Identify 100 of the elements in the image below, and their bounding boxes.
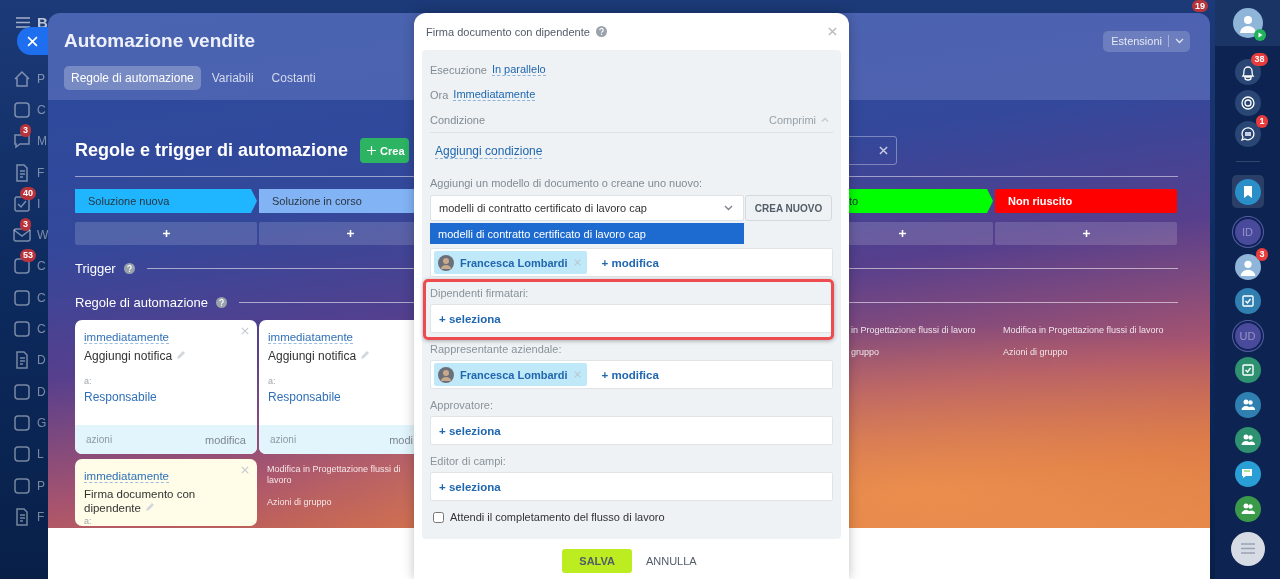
square-icon: [12, 475, 32, 496]
field-action-link[interactable]: + seleziona: [434, 480, 501, 493]
action-link[interactable]: in Progettazione flussi di lavoro: [851, 325, 985, 336]
nav-item[interactable]: C: [0, 313, 46, 345]
action-link[interactable]: gruppo: [851, 347, 985, 358]
recipient-label: a:: [84, 376, 93, 386]
clear-icon[interactable]: [879, 146, 888, 155]
tab[interactable]: Costanti: [264, 66, 323, 90]
checkbox-button[interactable]: [1234, 288, 1261, 315]
house-icon: [12, 68, 32, 89]
nav-item[interactable]: 53 C: [0, 250, 46, 283]
actions-link[interactable]: azioni: [270, 434, 297, 445]
count-badge: 1: [1256, 115, 1268, 128]
save-button[interactable]: SALVA: [562, 549, 632, 573]
checkbox-label: Attendi il completamento del flusso di lavoro: [450, 511, 665, 523]
people-button[interactable]: [1234, 426, 1261, 453]
nav-item[interactable]: F: [0, 501, 45, 533]
create-new-button[interactable]: CREA NUOVO: [745, 195, 832, 221]
square-icon: [12, 381, 32, 402]
checkbox[interactable]: [433, 511, 444, 523]
people-field[interactable]: Francesca Lombardi + modifica: [430, 360, 833, 389]
chat-button[interactable]: [1234, 121, 1261, 147]
nav-item[interactable]: 3 W: [0, 219, 49, 251]
timing-link[interactable]: immediatamente: [268, 331, 353, 344]
action-link[interactable]: Azioni di gruppo: [267, 497, 405, 508]
avatar: [438, 366, 454, 383]
setting-link[interactable]: In parallelo: [491, 63, 546, 76]
nav-item[interactable]: F: [0, 156, 45, 189]
nav-item[interactable]: L: [0, 438, 44, 470]
close-button[interactable]: [17, 27, 51, 55]
square-icon: [12, 444, 32, 465]
actions-link[interactable]: azioni: [86, 434, 113, 445]
nav-item[interactable]: P: [0, 469, 45, 502]
setting-link[interactable]: Immediatamente: [453, 88, 536, 101]
plus-icon: [162, 230, 170, 237]
chevron-down-icon: [1175, 38, 1184, 44]
template-select[interactable]: modelli di contratto certificato di lavoro cap: [430, 195, 744, 221]
nav-item[interactable]: P: [0, 63, 45, 95]
tab[interactable]: Variabili: [204, 66, 261, 90]
people-button[interactable]: [1234, 391, 1261, 418]
rule-card[interactable]: immediatamente Aggiungi notifica a: Responsabile azioni modifica: [75, 320, 257, 454]
action-link[interactable]: Modifica in Progettazione flussi di lavoro: [267, 464, 405, 486]
initials-avatar[interactable]: UD: [1234, 322, 1261, 349]
nav-item[interactable]: C: [0, 282, 46, 314]
cancel-button[interactable]: ANNULLA: [641, 549, 701, 573]
edit-link[interactable]: modifica: [205, 433, 246, 446]
square-icon: [12, 319, 32, 339]
avatar[interactable]: [1232, 8, 1263, 38]
section-heading: Regole e trigger di automazione: [75, 140, 349, 161]
extensions-button[interactable]: Estensioni: [1103, 30, 1190, 52]
field-action-link[interactable]: + modifica: [596, 368, 659, 381]
bookmark-button[interactable]: [1231, 175, 1264, 208]
avatar: [438, 254, 454, 271]
action-link[interactable]: Azioni di gruppo: [1003, 347, 1169, 358]
timing-link[interactable]: immediatamente: [84, 470, 169, 483]
rule-title: Firma documento con dipendente: [84, 487, 197, 515]
help-icon: [216, 296, 227, 308]
menu-icon[interactable]: [16, 16, 30, 28]
person-name: Francesca Lombardi: [460, 368, 568, 381]
person-chip[interactable]: Francesca Lombardi: [434, 363, 587, 386]
nav-item[interactable]: G: [0, 407, 47, 439]
plus-icon: [1082, 230, 1090, 237]
plus-icon: [367, 146, 377, 155]
action-link[interactable]: Modifica in Progettazione flussi di lavoro: [1003, 325, 1169, 336]
create-button[interactable]: Crea: [360, 138, 409, 163]
count-badge: 3: [20, 218, 31, 232]
condition-label: Condizione: [430, 113, 486, 126]
speech-bubbles-button[interactable]: [1234, 461, 1261, 488]
section-label: Regole di automazione: [75, 294, 208, 310]
people-button[interactable]: [1234, 495, 1261, 522]
field-label: Aggiungi un modello di documento o creane uno nuovo:: [430, 176, 704, 191]
timing-link[interactable]: immediatamente: [84, 331, 169, 344]
person-chip[interactable]: Francesca Lombardi: [434, 251, 587, 274]
square-icon: [12, 99, 32, 120]
menu-button[interactable]: [1230, 531, 1265, 566]
field-action-link[interactable]: + modifica: [596, 256, 659, 269]
people-field[interactable]: + seleziona: [430, 472, 833, 501]
plus-icon: [346, 230, 354, 237]
recipient-link[interactable]: Responsabile: [84, 390, 248, 404]
bookmark-icon: [1234, 178, 1261, 205]
nav-item[interactable]: D: [0, 344, 46, 376]
tab[interactable]: Regole di automazione: [64, 66, 201, 90]
section-label: Trigger: [75, 260, 116, 276]
avatar[interactable]: [1234, 253, 1261, 280]
help-icon: [123, 262, 135, 274]
nav-item[interactable]: C: [0, 94, 46, 126]
checkbox-button[interactable]: [1234, 357, 1261, 384]
people-field[interactable]: Francesca Lombardi + modifica: [430, 248, 833, 277]
add-condition-link[interactable]: Aggiungi condizione: [435, 144, 543, 159]
count-badge: 53: [20, 249, 36, 263]
rule-card[interactable]: immediatamente Firma documento con dipendente a:: [75, 459, 257, 526]
people-field[interactable]: + seleziona: [430, 416, 833, 445]
field-label: Dipendenti firmatari:: [430, 286, 530, 301]
nav-item[interactable]: D: [0, 375, 46, 408]
initials-avatar[interactable]: ID: [1234, 219, 1261, 245]
people-field[interactable]: + seleziona: [430, 304, 833, 333]
nav-item[interactable]: 40 I: [0, 188, 41, 220]
edit-link[interactable]: modi: [389, 433, 413, 446]
nav-item[interactable]: 3 M: [0, 125, 47, 157]
plus-icon: [898, 230, 906, 237]
